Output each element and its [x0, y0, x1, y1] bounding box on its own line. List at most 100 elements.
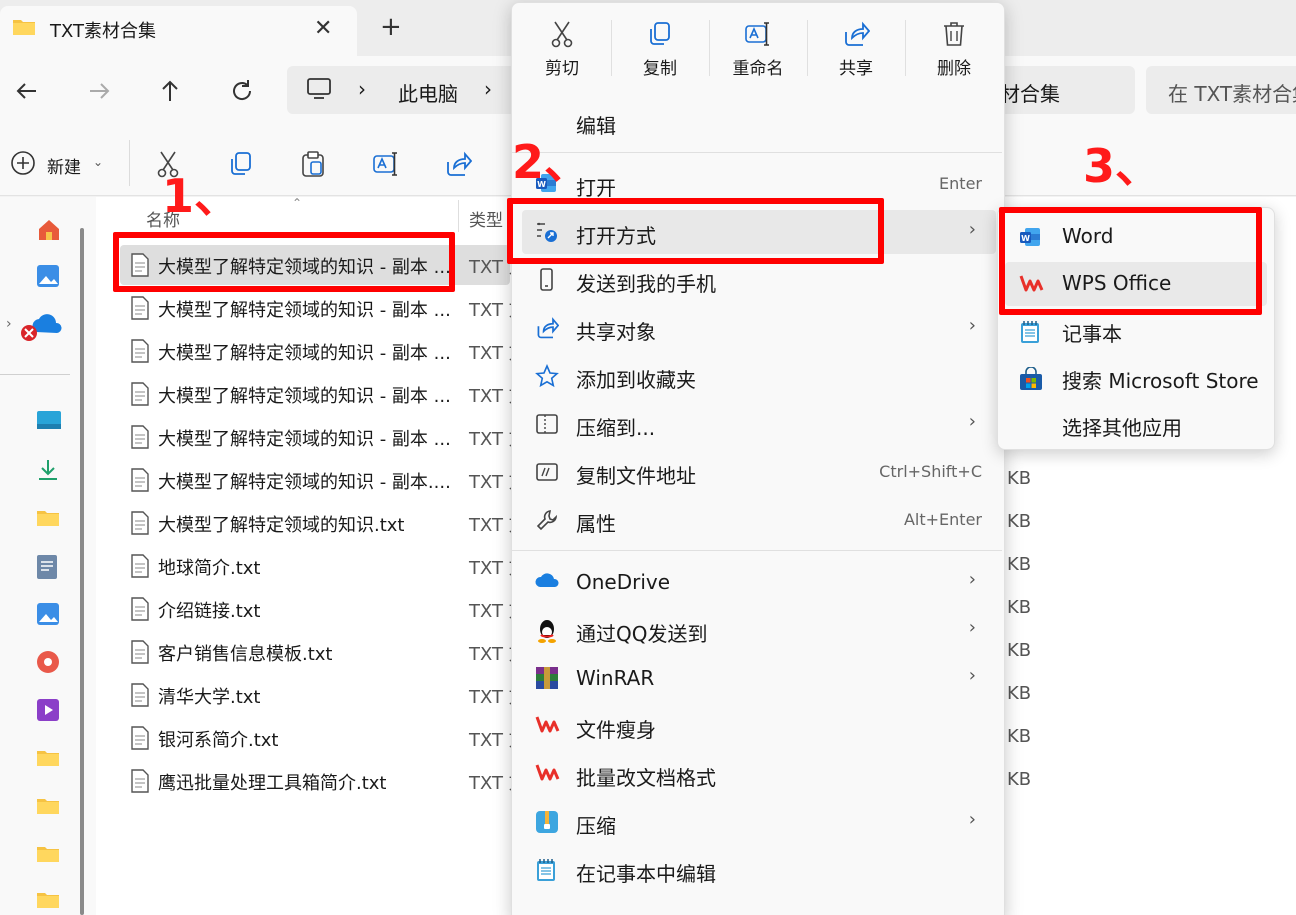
file-name: 客户销售信息模板.txt	[158, 644, 333, 665]
column-divider[interactable]	[458, 200, 459, 232]
document-icon[interactable]	[36, 554, 58, 580]
column-header-type[interactable]: 类型	[469, 206, 503, 231]
menu-item-send-via-qq[interactable]: 通过QQ发送到 ›	[522, 608, 996, 652]
folder-icon[interactable]	[36, 508, 60, 528]
back-icon[interactable]	[12, 76, 42, 106]
file-size: KB	[1007, 511, 1032, 532]
menu-item-label: 共享对象	[576, 320, 656, 344]
text-file-icon	[130, 511, 150, 535]
menu-item-file-slim[interactable]: 文件瘦身	[522, 704, 996, 748]
folder-icon[interactable]	[36, 796, 60, 816]
annotation-label-step3: 3、	[1083, 139, 1162, 193]
annotation-label-step2: 2、	[512, 135, 591, 189]
close-tab-icon[interactable]: ✕	[314, 16, 332, 41]
zip-icon	[535, 412, 559, 436]
menu-item-edit[interactable]: 编辑	[522, 100, 996, 144]
submenu-item-label: 搜索 Microsoft Store	[1062, 369, 1259, 393]
menu-item-copy-path[interactable]: 复制文件地址 Ctrl+Shift+C	[522, 450, 996, 494]
wps-icon	[535, 762, 561, 782]
menu-item-label: 压缩	[576, 814, 616, 838]
home-icon[interactable]	[36, 218, 62, 242]
cut-action[interactable]: 剪切	[513, 20, 611, 79]
delete-action[interactable]: 删除	[905, 20, 1003, 79]
gallery-icon[interactable]	[36, 264, 60, 288]
chevron-right-icon: ›	[968, 219, 976, 240]
menu-item-properties[interactable]: 属性 Alt+Enter	[522, 498, 996, 542]
menu-item-label: 复制文件地址	[576, 464, 696, 488]
menu-item-label: 在记事本中编辑	[576, 862, 716, 886]
text-file-icon	[130, 683, 150, 707]
share-icon	[842, 20, 870, 48]
breadcrumb-this-pc[interactable]: 此电脑	[398, 78, 458, 107]
submenu-item-microsoft-store[interactable]: 搜索 Microsoft Store	[1005, 356, 1267, 400]
share-action[interactable]: 共享	[807, 20, 905, 79]
forward-icon[interactable]	[84, 76, 114, 106]
submenu-item-label: 记事本	[1062, 322, 1122, 346]
winrar-icon	[535, 666, 559, 690]
text-file-icon	[130, 554, 150, 578]
file-name: 大模型了解特定领域的知识 - 副本 ...	[158, 300, 450, 321]
compress-icon	[535, 810, 559, 834]
menu-item-label: 属性	[576, 512, 616, 536]
expand-chevron-icon[interactable]: ›	[6, 316, 12, 332]
chevron-right-icon: ›	[968, 411, 976, 432]
share-icon[interactable]	[444, 150, 472, 178]
breadcrumb-current-folder[interactable]: 材合集	[1000, 78, 1060, 107]
videos-icon[interactable]	[36, 698, 60, 722]
chevron-down-icon[interactable]: ⌄	[93, 155, 103, 169]
folder-icon[interactable]	[36, 890, 60, 910]
copy-action[interactable]: 复制	[611, 20, 709, 79]
file-name: 大模型了解特定领域的知识 - 副本 ...	[158, 386, 450, 407]
sort-ascending-icon: ⌃	[292, 196, 303, 210]
desktop-icon[interactable]	[36, 410, 62, 432]
file-size: KB	[1007, 468, 1032, 489]
notepad-icon	[535, 858, 557, 882]
new-plus-icon[interactable]	[10, 150, 36, 176]
menu-item-add-to-favorites[interactable]: 添加到收藏夹	[522, 354, 996, 398]
refresh-icon[interactable]	[227, 76, 257, 106]
new-tab-button[interactable]: +	[380, 12, 402, 42]
copy-path-icon	[535, 460, 559, 484]
share-icon	[535, 316, 559, 340]
wrench-icon	[535, 508, 559, 532]
rename-action[interactable]: 重命名	[709, 20, 807, 79]
annotation-label-step1: 1、	[162, 169, 241, 223]
menu-item-compress[interactable]: 压缩 ›	[522, 800, 996, 844]
pictures-icon[interactable]	[36, 602, 60, 626]
breadcrumb-separator[interactable]: ›	[358, 77, 366, 101]
new-button[interactable]: 新建	[47, 153, 81, 178]
music-icon[interactable]	[36, 650, 60, 674]
submenu-item-label: 选择其他应用	[1062, 416, 1182, 440]
file-name: 大模型了解特定领域的知识 - 副本 ...	[158, 429, 450, 450]
menu-item-onedrive[interactable]: OneDrive ›	[522, 560, 996, 604]
menu-item-send-to-phone[interactable]: 发送到我的手机	[522, 258, 996, 302]
file-name: 大模型了解特定领域的知识.txt	[158, 515, 405, 536]
rename-icon[interactable]	[372, 150, 400, 178]
text-file-icon	[130, 640, 150, 664]
onedrive-error-icon[interactable]	[20, 314, 62, 342]
submenu-item-choose-other-app[interactable]: 选择其他应用	[1005, 403, 1267, 447]
phone-icon	[535, 268, 557, 292]
menu-item-share-with[interactable]: 共享对象 ›	[522, 306, 996, 350]
breadcrumb-separator[interactable]: ›	[484, 77, 492, 101]
submenu-item-notepad[interactable]: 记事本	[1005, 309, 1267, 353]
menu-item-label: 添加到收藏夹	[576, 368, 696, 392]
sidebar-scrollbar[interactable]	[80, 228, 84, 915]
download-icon[interactable]	[36, 458, 60, 482]
menu-item-compress-to[interactable]: 压缩到... ›	[522, 402, 996, 446]
paste-icon[interactable]	[300, 150, 326, 178]
menu-item-label: 文件瘦身	[576, 718, 656, 742]
menu-item-winrar[interactable]: WinRAR ›	[522, 656, 996, 700]
file-name: 地球简介.txt	[158, 558, 261, 579]
folder-icon[interactable]	[36, 748, 60, 768]
folder-icon	[12, 17, 36, 37]
annotation-box-step3	[999, 207, 1262, 315]
folder-icon[interactable]	[36, 844, 60, 864]
onedrive-icon	[535, 570, 561, 590]
menu-item-edit-in-notepad[interactable]: 在记事本中编辑	[522, 848, 996, 892]
menu-item-batch-convert[interactable]: 批量改文档格式	[522, 752, 996, 796]
file-size: KB	[1007, 769, 1032, 790]
share-label: 共享	[839, 59, 873, 79]
up-icon[interactable]	[155, 76, 185, 106]
wps-icon	[535, 714, 561, 734]
